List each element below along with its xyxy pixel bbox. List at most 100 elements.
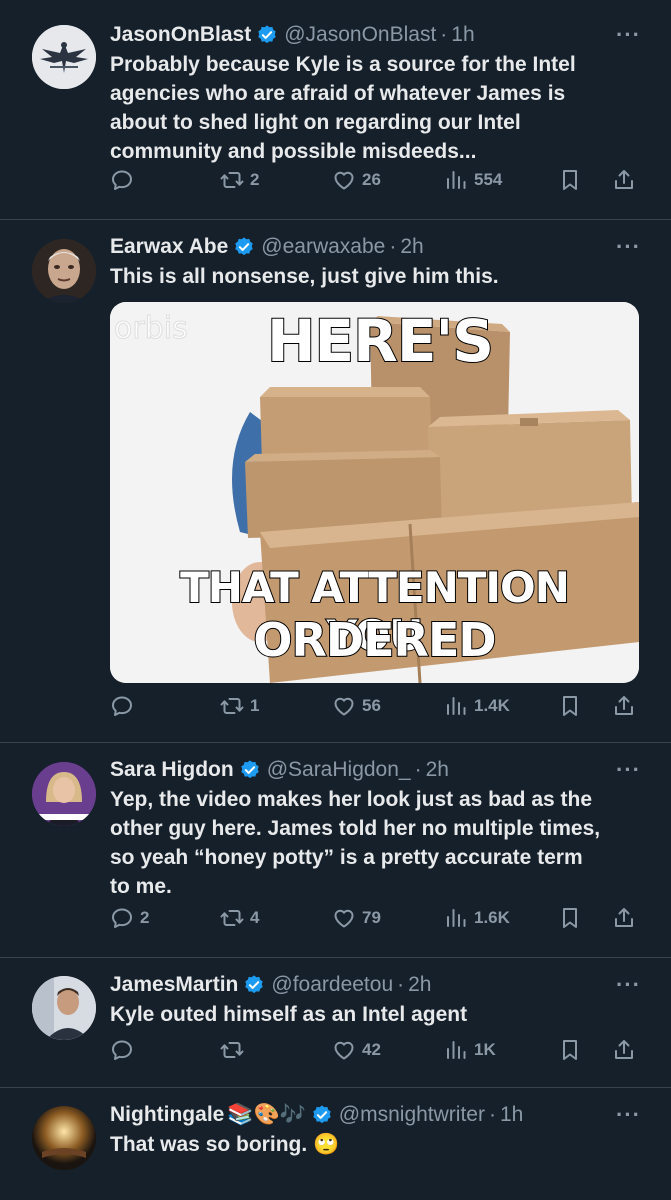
display-name[interactable]: JamesMartin [110, 970, 238, 999]
retweet-count: 4 [250, 908, 260, 927]
views-button[interactable]: 1K [444, 1038, 496, 1062]
timestamp[interactable]: 2h [426, 755, 449, 784]
avatar-jamesmartin[interactable] [32, 976, 96, 1040]
views-count: 554 [474, 170, 503, 189]
bookmark-icon [558, 168, 582, 192]
timestamp[interactable]: 1h [500, 1100, 523, 1129]
heart-icon [332, 694, 356, 718]
display-name[interactable]: Sara Higdon [110, 755, 234, 784]
handle[interactable]: @earwaxabe [261, 232, 385, 261]
reply-icon [110, 694, 134, 718]
tweet-text-line: Probably because Kyle is a source for th… [110, 53, 576, 76]
like-count: 42 [362, 1040, 381, 1059]
handle[interactable]: @foardeetou [271, 970, 393, 999]
views-button[interactable]: 554 [444, 168, 502, 192]
portrait-icon [32, 976, 96, 1040]
like-button[interactable]: 42 [332, 1038, 381, 1062]
portrait-icon [32, 239, 96, 303]
more-options-icon[interactable]: ··· [616, 757, 641, 783]
views-button[interactable]: 1.4K [444, 694, 510, 718]
avatar-sarahigdon[interactable] [32, 762, 96, 826]
tweet-text: Probably because Kyle is a source for th… [110, 50, 641, 166]
like-count: 79 [362, 908, 381, 927]
like-button[interactable]: 79 [332, 906, 381, 930]
views-chart-icon [444, 1038, 468, 1062]
tweet-text-line: Kyle outed himself as an Intel agent [110, 1003, 468, 1026]
timestamp[interactable]: 1h [451, 20, 474, 49]
like-button[interactable]: 26 [332, 168, 381, 192]
action-bar: 1 56 1.4K [110, 694, 641, 724]
views-chart-icon [444, 694, 468, 718]
share-icon [612, 694, 636, 718]
more-options-icon[interactable]: ··· [616, 22, 641, 48]
avatar-jasononblast[interactable] [32, 25, 96, 89]
views-button[interactable]: 1.6K [444, 906, 510, 930]
meme-top-text: HERE'S [266, 307, 495, 375]
timestamp[interactable]: 2h [408, 970, 431, 999]
share-button[interactable] [612, 906, 636, 930]
bookmark-button[interactable] [558, 168, 582, 192]
display-name[interactable]: Nightingale [110, 1100, 224, 1129]
share-button[interactable] [612, 168, 636, 192]
bookmark-button[interactable] [558, 694, 582, 718]
tweet-3[interactable]: Sara Higdon @SaraHigdon_ · 2h ··· Yep, t… [0, 743, 671, 958]
retweet-count: 2 [250, 170, 260, 189]
retweet-icon [220, 906, 244, 930]
handle[interactable]: @JasonOnBlast [284, 20, 436, 49]
reply-icon [110, 168, 134, 192]
more-options-icon[interactable]: ··· [616, 972, 641, 998]
bookmark-button[interactable] [558, 1038, 582, 1062]
action-bar: 42 1K [110, 1038, 641, 1068]
retweet-button[interactable]: 2 [220, 168, 259, 192]
tweet-text-line: so yeah “honey potty” is a pretty accura… [110, 846, 583, 869]
tweet-4[interactable]: JamesMartin @foardeetou · 2h ··· Kyle ou… [0, 958, 671, 1088]
heart-icon [332, 168, 356, 192]
avatar-nightingale[interactable] [32, 1106, 96, 1170]
heart-icon [332, 906, 356, 930]
more-options-icon[interactable]: ··· [616, 234, 641, 260]
portrait-icon [32, 762, 96, 826]
share-button[interactable] [612, 1038, 636, 1062]
reply-button[interactable] [110, 694, 140, 718]
tweet-text-line: other guy here. James told her no multip… [110, 817, 601, 840]
display-name[interactable]: JasonOnBlast [110, 20, 251, 49]
tweet-2[interactable]: Earwax Abe @earwaxabe · 2h ··· This is a… [0, 220, 671, 743]
handle[interactable]: @SaraHigdon_ [267, 755, 411, 784]
retweet-button[interactable] [220, 1038, 250, 1062]
tweet-text: This is all nonsense, just give him this… [110, 262, 641, 291]
like-count: 56 [362, 696, 381, 715]
retweet-button[interactable]: 4 [220, 906, 259, 930]
bookmark-button[interactable] [558, 906, 582, 930]
share-button[interactable] [612, 694, 636, 718]
share-icon [612, 168, 636, 192]
retweet-button[interactable]: 1 [220, 694, 259, 718]
avatar-earwaxabe[interactable] [32, 239, 96, 303]
separator-dot: · [397, 973, 405, 996]
like-count: 26 [362, 170, 381, 189]
tweet-text-line: That was so boring. [110, 1133, 308, 1156]
reply-button[interactable] [110, 1038, 140, 1062]
name-emojis: 📚🎨🎶 [227, 1102, 306, 1126]
timestamp[interactable]: 2h [400, 232, 423, 261]
separator-dot: · [414, 758, 422, 781]
more-options-icon[interactable]: ··· [616, 1102, 641, 1128]
tweet-text-line: about to shed light on regarding our Int… [110, 111, 521, 134]
display-name[interactable]: Earwax Abe [110, 232, 228, 261]
like-button[interactable]: 56 [332, 694, 381, 718]
tweet-text-line: community and possible misdeeds... [110, 140, 477, 163]
eagle-emblem-icon [32, 25, 96, 89]
reply-button[interactable]: 2 [110, 906, 149, 930]
tweet-header: JasonOnBlast @JasonOnBlast · 1h [110, 20, 641, 49]
action-bar: 2 26 554 [110, 168, 641, 198]
views-chart-icon [444, 168, 468, 192]
tweet-5[interactable]: Nightingale 📚🎨🎶 @msnightwriter · 1h ··· … [0, 1088, 671, 1200]
handle[interactable]: @msnightwriter [339, 1100, 485, 1129]
tweet-1[interactable]: JasonOnBlast @JasonOnBlast · 1h ··· Prob… [0, 0, 671, 220]
share-icon [612, 906, 636, 930]
retweet-count: 1 [250, 696, 260, 715]
reply-button[interactable] [110, 168, 140, 192]
tweet-media-image[interactable]: orbis HERE'S THAT ATTENTION YOU ORDERED [110, 302, 639, 683]
bookmark-icon [558, 906, 582, 930]
separator-dot: · [488, 1103, 496, 1126]
views-count: 1K [474, 1040, 496, 1059]
